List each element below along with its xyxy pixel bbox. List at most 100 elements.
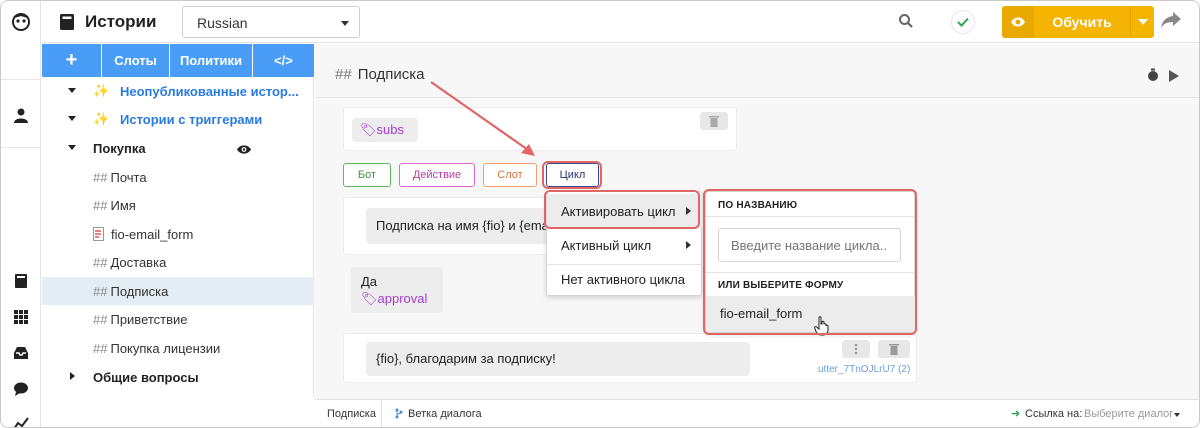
bot-thanks-text[interactable]: {fio}, благодарим за подписку! [366,342,750,376]
share-icon[interactable] [1160,11,1182,31]
logo-icon[interactable] [11,12,31,32]
intent-bubble[interactable]: 🏷subs [352,118,418,142]
caret-right-icon[interactable] [70,372,75,380]
utter-reference[interactable]: utter_7TnOJLrU7 (2) [818,364,910,375]
check-icon[interactable] [951,10,975,34]
tree-item-label: Имя [110,197,136,213]
rail-divider [1,147,41,148]
action-chip[interactable]: Действие [399,163,475,187]
story-header: ## Подписка [315,44,1199,98]
tree-item[interactable]: ## Покупка лицензии [42,334,314,362]
tree-group-label: Истории с триггерами [120,111,263,127]
user-utterance-card: 🏷subs [343,107,737,151]
hash-icon: ## [93,283,108,299]
menu-item-label: Нет активного цикла [561,271,686,287]
story-toolbar: + Слоты Политики </> [42,44,314,77]
branch-dialog-button[interactable]: Ветка диалога [408,408,482,420]
bot-chip[interactable]: Бот [343,163,391,187]
arrow-right-icon: ➜ [1011,408,1021,420]
user-reply-bubble[interactable]: Да 🏷approval [351,267,443,313]
timer-icon[interactable] [1147,68,1159,87]
story-title-text[interactable]: Подписка [358,66,425,83]
tree-group-label: Неопубликованные истор... [120,83,299,99]
story-tree: ✨ Неопубликованные истор... ✨ Истории с … [42,77,314,397]
tree-item[interactable]: ## Имя [42,191,314,219]
footer-divider [381,400,382,427]
caret-down-icon[interactable] [68,88,76,93]
eye-icon[interactable] [236,143,252,158]
trash-icon[interactable] [700,112,728,130]
slot-chip[interactable]: Слот [483,163,537,187]
hash-icon: ## [93,197,108,213]
highlight-submenu [703,189,917,335]
language-value: Russian [197,15,248,31]
hash-icon: ## [93,340,108,356]
tag-icon: 🏷 [361,291,378,306]
page-title: Истории [85,12,157,31]
footer-story-name[interactable]: Подписка [327,408,376,420]
book-icon[interactable] [11,271,31,291]
tree-group-label: Общие вопросы [93,369,199,385]
inbox-icon[interactable] [11,343,31,363]
trash-icon[interactable] [878,340,910,358]
link-dialog-select[interactable]: Выберите диалог [1084,408,1173,420]
tree-item-selected[interactable]: ## Подписка [42,277,314,305]
search-icon[interactable] [898,13,916,31]
policies-button[interactable]: Политики [170,44,253,77]
user-reply-text: Да [361,274,378,289]
hash-icon: ## [335,66,352,83]
tree-group-label: Покупка [93,140,146,156]
tree-item-label: Подписка [110,283,169,299]
tree-group-general[interactable]: Общие вопросы [42,363,314,391]
utter-ref-name: utter_7TnOJLrU7 [818,364,896,375]
tree-item-label: Приветствие [110,311,188,327]
caret-down-icon[interactable] [68,116,76,121]
hash-icon: ## [93,254,108,270]
menu-item-active-cycle[interactable]: Активный цикл [547,228,703,262]
tree-item-label: Покупка лицензии [110,340,221,356]
menu-item-no-active-cycle[interactable]: Нет активного цикла [547,262,703,296]
code-button[interactable]: </> [253,44,314,77]
train-button[interactable]: Обучить [1002,6,1154,38]
chevron-down-icon[interactable] [1174,413,1180,417]
tree-item[interactable]: ## Почта [42,163,314,191]
bot-message-card: Подписка на имя {fio} и {ema [343,197,574,255]
rail-divider [1,79,41,80]
tree-group-triggers[interactable]: ✨ Истории с триггерами [42,105,314,133]
bot-message-text[interactable]: Подписка на имя {fio} и {ema [366,208,574,244]
caret-down-icon[interactable] [68,145,76,150]
sparkle-icon: ✨ [93,83,110,98]
utter-ref-count: (2) [898,364,911,375]
add-story-button[interactable]: + [42,44,102,77]
analytics-icon[interactable] [11,413,31,427]
story-title: ## Подписка [335,66,424,83]
train-label: Обучить [1052,14,1112,30]
tree-item-label: Доставка [110,254,167,270]
highlight-cycle-chip [542,161,602,189]
more-icon[interactable] [842,340,870,358]
chevron-right-icon [686,241,691,249]
play-icon[interactable] [1169,69,1179,87]
tree-item[interactable]: ## Доставка [42,248,314,276]
tree-group-purchase[interactable]: Покупка [42,134,314,162]
grid-icon[interactable] [11,307,31,327]
tree-group-unpublished[interactable]: ✨ Неопубликованные истор... [42,77,314,105]
user-icon[interactable] [11,105,31,125]
tree-item[interactable]: fio-email_form [42,220,314,248]
story-footer: Подписка Ветка диалога ➜ Ссылка на: Выбе… [315,399,1199,427]
hash-icon: ## [93,169,108,185]
slots-button[interactable]: Слоты [102,44,170,77]
reply-intent-tag: approval [377,291,428,306]
chat-icon[interactable] [11,379,31,399]
tree-item[interactable]: ## Приветствие [42,305,314,333]
tree-item-label: fio-email_form [111,226,194,242]
tree-item-label: Почта [110,169,147,185]
branch-icon [395,408,403,422]
top-bar: Истории Russian Обучить [41,1,1199,43]
intent-tag: subs [376,122,404,137]
language-select[interactable]: Russian [182,6,360,38]
hash-icon: ## [93,311,108,327]
tag-icon: 🏷 [360,122,377,137]
train-dropdown-caret[interactable] [1130,6,1154,38]
eye-icon[interactable] [1002,6,1034,38]
